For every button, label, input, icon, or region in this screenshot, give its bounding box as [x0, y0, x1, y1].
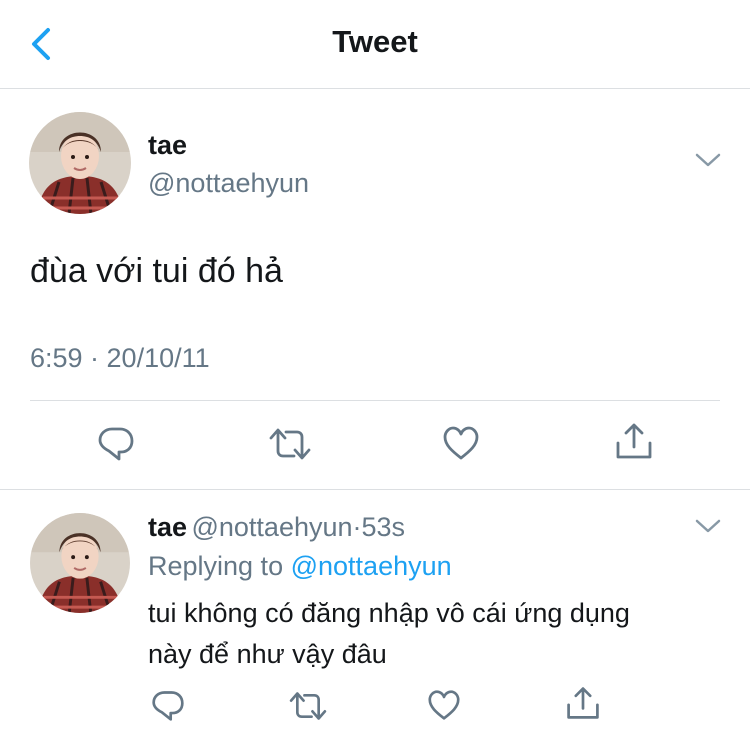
reply-icon [152, 691, 184, 721]
page-title: Tweet [332, 24, 418, 59]
reply-author-handle[interactable]: @nottaehyun [191, 512, 352, 542]
chevron-down-icon [695, 153, 721, 167]
share-icon [567, 687, 599, 719]
reply-icon [98, 427, 134, 461]
retweet-icon [289, 692, 327, 720]
reply-header: tae @nottaehyun·53s [148, 512, 405, 543]
nav-divider [0, 88, 750, 89]
reply-time: 53s [361, 512, 406, 542]
retweet-icon [269, 428, 311, 460]
reply-avatar[interactable] [30, 513, 130, 613]
reply-separator: · [352, 512, 362, 542]
reply-reply-button[interactable] [151, 688, 185, 722]
tweet-timestamp[interactable]: 6:59 · 20/10/11 [30, 343, 210, 374]
avatar[interactable] [29, 112, 131, 214]
retweet-button[interactable] [267, 426, 313, 462]
reply-menu-button[interactable] [694, 517, 722, 535]
replying-to-label: Replying to [148, 551, 284, 581]
reply-author-name[interactable]: tae [148, 512, 187, 542]
share-icon [616, 423, 652, 459]
reply-text: tui không có đăng nhập vô cái ứng dụng n… [148, 593, 630, 675]
author-name[interactable]: tae [148, 130, 187, 161]
replying-to: Replying to @nottaehyun [148, 551, 452, 582]
tweet-menu-button[interactable] [694, 151, 722, 169]
like-button[interactable] [442, 425, 480, 461]
like-icon [428, 690, 460, 720]
chevron-down-icon [695, 519, 721, 533]
author-handle[interactable]: @nottaehyun [148, 168, 309, 199]
avatar-image [30, 513, 130, 613]
reply-button[interactable] [97, 424, 135, 462]
tweet-text: đùa với tui đó hả [30, 252, 283, 290]
like-icon [443, 426, 479, 460]
avatar-image [29, 112, 131, 214]
actions-divider [30, 400, 720, 401]
thread-divider [0, 489, 750, 490]
reply-text-line: tui không có đăng nhập vô cái ứng dụng [148, 598, 630, 628]
reply-text-line: này để như vậy đâu [148, 639, 387, 669]
share-button[interactable] [614, 421, 654, 461]
reply-share-button[interactable] [565, 685, 601, 721]
replying-to-handle[interactable]: @nottaehyun [291, 551, 452, 581]
reply-retweet-button[interactable] [287, 690, 329, 722]
reply-like-button[interactable] [427, 689, 461, 721]
